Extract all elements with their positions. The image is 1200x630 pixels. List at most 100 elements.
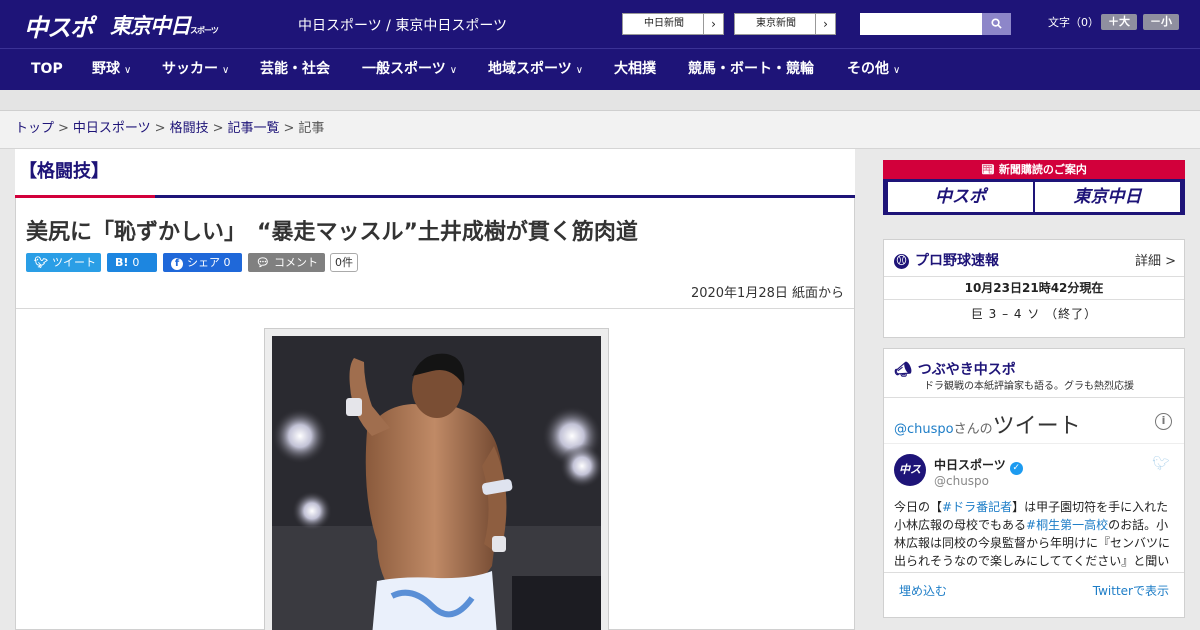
font-decrease-button[interactable]: －小 bbox=[1143, 14, 1179, 30]
facebook-icon: f bbox=[171, 258, 183, 270]
avatar[interactable]: 中スポ bbox=[894, 454, 926, 508]
divider bbox=[16, 308, 854, 309]
twitter-widget-title-text: つぶやき中スポ bbox=[917, 362, 1016, 378]
speech-bubble-icon: 💬︎ bbox=[256, 256, 270, 269]
hatena-count: 0 bbox=[132, 256, 140, 269]
twitter-widget: 📣︎ つぶやき中スポ ドラ観戦の本紙評論家も語る。グラも熱烈応援 @chuspoさ… bbox=[883, 348, 1185, 618]
info-icon[interactable]: i bbox=[1155, 413, 1172, 430]
nav-label: 地域スポーツ bbox=[488, 61, 572, 77]
facebook-count: 0 bbox=[223, 256, 231, 269]
tweet-text-part: 今日の【 bbox=[894, 500, 943, 514]
article-photo[interactable] bbox=[272, 336, 601, 630]
timeline-handle-suffix: さんの bbox=[953, 422, 993, 437]
timeline-handle-link[interactable]: @chuspo bbox=[894, 422, 954, 437]
breadcrumb-link-top[interactable]: トップ bbox=[15, 121, 54, 136]
game-score[interactable]: 巨 3 – 4 ソ （終了） bbox=[884, 300, 1184, 328]
account-name-text: 中日スポーツ bbox=[934, 458, 1006, 472]
embed-link[interactable]: 埋め込む bbox=[899, 573, 947, 609]
nav-sumo[interactable]: 大相撲 bbox=[614, 49, 656, 91]
nav-local-sports[interactable]: 地域スポーツ ∨ bbox=[488, 49, 583, 91]
hatena-icon: B! bbox=[115, 256, 129, 269]
scoreboard-title: ⚾︎ プロ野球速報 bbox=[894, 250, 999, 270]
timeline-footer: 埋め込む Twitterで表示 bbox=[884, 572, 1184, 610]
timeline-title: ツイート bbox=[992, 414, 1081, 439]
twitter-widget-title: 📣︎ つぶやき中スポ bbox=[894, 359, 1016, 379]
view-on-twitter-link[interactable]: Twitterで表示 bbox=[1093, 573, 1169, 609]
breadcrumb-current: 記事 bbox=[298, 121, 325, 136]
nav-label: 芸能・社会 bbox=[260, 61, 330, 77]
chuspo-logo[interactable]: 中スポ bbox=[24, 8, 94, 43]
twitter-bird-icon: 🐦︎ bbox=[34, 256, 48, 269]
twitter-widget-subtitle: ドラ観戦の本紙評論家も語る。グラも熱烈応援 bbox=[924, 381, 1134, 392]
subscribe-chuspo-button[interactable]: 中スポ bbox=[888, 182, 1033, 212]
chevron-right-icon: › bbox=[703, 14, 723, 34]
site-title[interactable]: 中日スポーツ / 東京中日スポーツ bbox=[298, 15, 507, 35]
nav-general-sports[interactable]: 一般スポーツ ∨ bbox=[362, 49, 457, 91]
nav-label: 一般スポーツ bbox=[362, 61, 446, 77]
font-increase-button[interactable]: ＋大 bbox=[1101, 14, 1137, 30]
nav-baseball[interactable]: 野球 ∨ bbox=[92, 49, 131, 91]
hashtag-link[interactable]: #桐生第一高校 bbox=[1026, 518, 1108, 532]
subscription-title: 📰︎ 新聞購読のご案内 bbox=[883, 160, 1185, 179]
facebook-share-button[interactable]: f シェア 0 bbox=[163, 253, 242, 272]
nav-soccer[interactable]: サッカー ∨ bbox=[162, 49, 229, 91]
verified-badge-icon: ✓ bbox=[1009, 462, 1023, 475]
nav-entertainment[interactable]: 芸能・社会 bbox=[260, 49, 330, 91]
nav-label: 野球 bbox=[92, 61, 120, 77]
scoreboard-title-text: プロ野球速報 bbox=[915, 253, 999, 269]
search-icon bbox=[991, 18, 1002, 29]
chunichi-shimbun-link[interactable]: 中日新聞 › bbox=[622, 13, 724, 35]
main-column: 【格闘技】 美尻に「恥ずかしい」 “暴走マッスル”土井成樹が貫く筋肉道 🐦︎ ツイ… bbox=[15, 149, 855, 630]
top-header: 中スポ 東京中日スポーツ 中日スポーツ / 東京中日スポーツ 中日新聞 › 東京… bbox=[0, 0, 1200, 48]
breadcrumb-separator: > bbox=[283, 121, 295, 136]
hatena-bookmark-button[interactable]: B! 0 bbox=[107, 253, 157, 272]
breadcrumb-link-martial-arts[interactable]: 格闘技 bbox=[170, 121, 209, 136]
chevron-down-icon: ∨ bbox=[124, 65, 132, 76]
nav-racing[interactable]: 競馬・ボート・競輪 bbox=[688, 49, 814, 91]
subscription-banner[interactable]: 📰︎ 新聞購読のご案内 中スポ 東京中日 bbox=[883, 160, 1185, 215]
ext-link-label: 中日新聞 bbox=[644, 18, 684, 29]
subscribe-tokyo-button[interactable]: 東京中日 bbox=[1035, 182, 1180, 212]
comment-button[interactable]: 💬︎ コメント bbox=[248, 253, 325, 272]
search-input[interactable] bbox=[860, 13, 982, 35]
twitter-bird-icon[interactable]: 🐦︎ bbox=[1152, 456, 1170, 472]
nav-label: その他 bbox=[847, 61, 889, 77]
breadcrumb-link-article-list[interactable]: 記事一覧 bbox=[228, 121, 280, 136]
scoreboard-details-link[interactable]: 詳細 > bbox=[1135, 250, 1176, 269]
tokyo-logo-small: スポーツ bbox=[190, 26, 219, 35]
nav-label: 大相撲 bbox=[614, 61, 656, 77]
baseball-icon: ⚾︎ bbox=[894, 254, 909, 269]
font-size-label: 文字（0） bbox=[1048, 16, 1099, 29]
chevron-down-icon: ∨ bbox=[893, 65, 901, 76]
breadcrumb-separator: > bbox=[58, 121, 69, 136]
breadcrumb-separator: > bbox=[154, 121, 166, 136]
tokyo-chunichi-logo[interactable]: 東京中日スポーツ bbox=[110, 10, 219, 40]
tokyo-logo-text: 東京中日 bbox=[110, 14, 191, 38]
scoreboard-timestamp: 10月23日21時42分現在 bbox=[884, 276, 1184, 300]
ext-link-label: 東京新聞 bbox=[756, 18, 796, 29]
chevron-down-icon: ∨ bbox=[222, 65, 230, 76]
tokyo-shimbun-link[interactable]: 東京新聞 › bbox=[734, 13, 836, 35]
nav-label: サッカー bbox=[162, 61, 218, 77]
category-heading: 【格闘技】 bbox=[15, 149, 855, 197]
tweet-label: ツイート bbox=[51, 256, 96, 269]
hashtag-link[interactable]: #ドラ番記者 bbox=[942, 500, 1012, 514]
search-button[interactable] bbox=[982, 13, 1011, 35]
account-name[interactable]: 中日スポーツ ✓ bbox=[934, 456, 1023, 475]
breadcrumb-link-chunichi[interactable]: 中日スポーツ bbox=[73, 121, 151, 136]
nav-label: 競馬・ボート・競輪 bbox=[688, 61, 814, 77]
nav-other[interactable]: その他 ∨ bbox=[847, 49, 900, 91]
account-handle[interactable]: @chuspo bbox=[934, 474, 989, 488]
breadcrumb-separator: > bbox=[212, 121, 224, 136]
nav-top[interactable]: TOP bbox=[31, 49, 63, 91]
tweet-text: 今日の【#ドラ番記者】は甲子園切符を手に入れた小林広報の母校でもある#桐生第一高… bbox=[894, 498, 1176, 568]
comment-count: 0件 bbox=[330, 253, 358, 272]
breadcrumb: トップ > 中日スポーツ > 格闘技 > 記事一覧 > 記事 bbox=[0, 111, 1200, 149]
wrestler-photo-illustration bbox=[272, 336, 601, 630]
sub-band bbox=[0, 90, 1200, 111]
chevron-right-icon: › bbox=[815, 14, 835, 34]
chevron-down-icon: ∨ bbox=[449, 65, 458, 76]
tweet-button[interactable]: 🐦︎ ツイート bbox=[26, 253, 101, 272]
subscription-title-text: 新聞購読のご案内 bbox=[998, 163, 1087, 176]
main-nav: TOP 野球 ∨ サッカー ∨ 芸能・社会 一般スポーツ ∨ 地域スポーツ ∨ 大相撲 … bbox=[0, 48, 1200, 90]
